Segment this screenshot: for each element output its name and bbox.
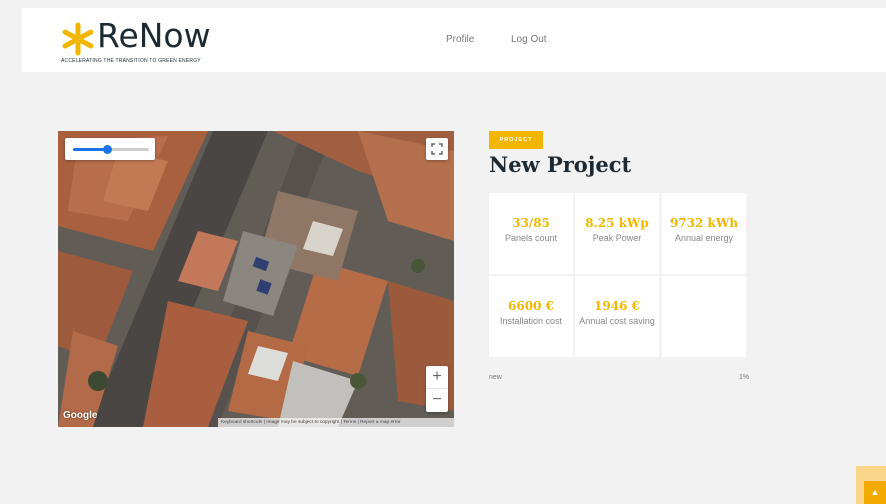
fullscreen-icon — [431, 143, 443, 155]
stat-card-peak-power: 8.25 kWp Peak Power — [575, 193, 659, 274]
map[interactable]: + − Google Keyboard shortcuts | Image ma… — [58, 131, 454, 427]
header: ReNow ACCELERATING THE TRANSITION TO GRE… — [22, 8, 886, 72]
chevron-up-icon: ▲ — [864, 481, 886, 504]
slider-thumb[interactable] — [103, 145, 113, 154]
stat-card-installation-cost: 6600 € Installation cost — [489, 276, 573, 357]
opacity-slider[interactable] — [65, 138, 155, 160]
project-progress: 1% — [739, 374, 750, 381]
logo[interactable]: ReNow ACCELERATING THE TRANSITION TO GRE… — [61, 16, 261, 68]
stat-card-annual-energy: 9732 kWh Annual energy — [662, 193, 746, 274]
stat-value: 6600 € — [508, 299, 554, 313]
stat-label: Annual energy — [674, 233, 734, 243]
fullscreen-button[interactable] — [426, 138, 448, 160]
nav-profile-link[interactable]: Profile — [446, 34, 474, 45]
zoom-in-button[interactable]: + — [426, 366, 448, 389]
scroll-to-top-button[interactable]: ▲ — [856, 466, 886, 504]
logo-text: ReNow — [97, 16, 211, 55]
slider-track[interactable] — [73, 145, 149, 154]
satellite-imagery — [58, 131, 454, 427]
stat-label: Peak Power — [592, 233, 642, 243]
stat-card-annual-saving: 1946 € Annual cost saving — [575, 276, 659, 357]
zoom-out-button[interactable]: − — [426, 389, 448, 412]
stat-label: Annual cost saving — [579, 316, 655, 326]
nav-logout-link[interactable]: Log Out — [511, 34, 547, 45]
stat-value: 1946 € — [594, 299, 640, 313]
project-title: New Project — [489, 152, 632, 177]
project-status: new — [489, 374, 502, 381]
stat-label: Panels count — [504, 233, 558, 243]
stat-value: 8.25 kWp — [585, 216, 649, 230]
map-attribution[interactable]: Keyboard shortcuts | Image may be subjec… — [218, 418, 454, 427]
stat-label: Installation cost — [499, 316, 563, 326]
stat-card-empty — [662, 276, 746, 357]
slider-fill — [73, 148, 108, 151]
stat-value: 9732 kWh — [669, 216, 739, 230]
zoom-control: + − — [426, 366, 448, 412]
stat-value: 33/85 — [512, 216, 550, 230]
project-badge: PROJECT — [489, 131, 543, 149]
google-logo[interactable]: Google — [63, 410, 97, 421]
stat-card-panels: 33/85 Panels count — [489, 193, 573, 274]
star-icon — [62, 22, 94, 56]
logo-tagline: ACCELERATING THE TRANSITION TO GREEN ENE… — [61, 58, 201, 64]
